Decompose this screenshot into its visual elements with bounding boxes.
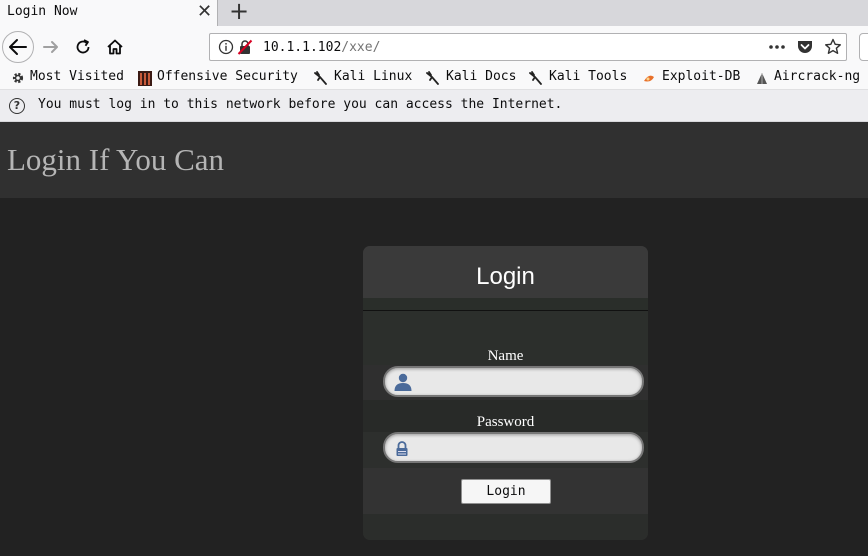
captive-portal-notice: ? You must log in to this network before… — [0, 90, 868, 122]
stripe — [363, 514, 648, 540]
bookmark-offensive-security[interactable]: Offensive Security — [157, 69, 298, 84]
login-card-title: Login — [476, 263, 535, 290]
tab-login-now[interactable]: Login Now ✕ — [0, 0, 218, 26]
pocket-icon[interactable] — [796, 38, 814, 56]
page-title: Login If You Can — [7, 142, 225, 177]
tab-title: Login Now — [7, 4, 78, 19]
close-tab-icon[interactable]: ✕ — [197, 1, 212, 22]
gear-icon — [12, 72, 24, 84]
exploitdb-icon — [644, 75, 654, 82]
user-icon — [394, 373, 412, 391]
back-button[interactable] — [2, 31, 34, 63]
bookmark-kali-tools[interactable]: Kali Tools — [549, 69, 627, 84]
url-path: /xxe/ — [341, 40, 381, 55]
bookmark-kali-docs[interactable]: Kali Docs — [446, 69, 516, 84]
page-header: Login If You Can — [0, 122, 868, 198]
offsec-icon — [138, 71, 152, 86]
arrow-left-icon — [9, 39, 27, 55]
kali-dragon-icon — [314, 71, 327, 85]
login-card-header: Login — [363, 246, 648, 298]
password-label: Password — [476, 414, 535, 430]
lock-icon — [396, 441, 408, 456]
password-input[interactable] — [417, 438, 637, 458]
info-icon[interactable] — [218, 39, 234, 55]
stripe — [363, 298, 648, 310]
login-button[interactable]: Login — [461, 479, 551, 504]
aircrack-icon — [757, 73, 767, 84]
url-host: 10.1.1.102 — [263, 40, 342, 55]
kali-dragon-icon — [426, 71, 439, 85]
new-tab-icon[interactable]: + — [229, 0, 249, 25]
home-icon[interactable] — [105, 37, 125, 57]
insecure-lock-icon[interactable] — [237, 39, 253, 55]
page-actions-icon[interactable] — [767, 39, 787, 55]
bookmark-kali-linux[interactable]: Kali Linux — [334, 69, 412, 84]
name-input[interactable] — [417, 372, 637, 392]
bookmarks-bar: Most Visited Offensive Security Kali Lin… — [0, 66, 868, 90]
help-circle-icon: ? — [9, 98, 25, 114]
name-field[interactable] — [383, 366, 644, 397]
bookmark-star-icon[interactable] — [824, 38, 842, 56]
toolbar-overflow-button[interactable] — [859, 33, 868, 61]
reload-icon[interactable] — [73, 37, 93, 57]
url-bar[interactable]: 10.1.1.102/xxe/ — [209, 33, 847, 61]
name-label: Name — [487, 348, 524, 364]
bookmark-exploit-db[interactable]: Exploit-DB — [662, 69, 740, 84]
bookmark-aircrack-ng[interactable]: Aircrack-ng — [774, 69, 860, 84]
url-text[interactable]: 10.1.1.102/xxe/ — [263, 40, 380, 55]
tab-strip: Login Now ✕ + — [0, 0, 868, 26]
arrow-right-icon[interactable] — [41, 37, 61, 57]
captive-portal-message: You must log in to this network before y… — [38, 97, 563, 112]
nav-bar: 10.1.1.102/xxe/ — [0, 26, 868, 66]
password-field[interactable] — [383, 432, 644, 463]
bookmark-most-visited[interactable]: Most Visited — [30, 69, 124, 84]
login-card: Login Name Password Login — [363, 246, 648, 540]
kali-dragon-icon — [529, 71, 542, 85]
